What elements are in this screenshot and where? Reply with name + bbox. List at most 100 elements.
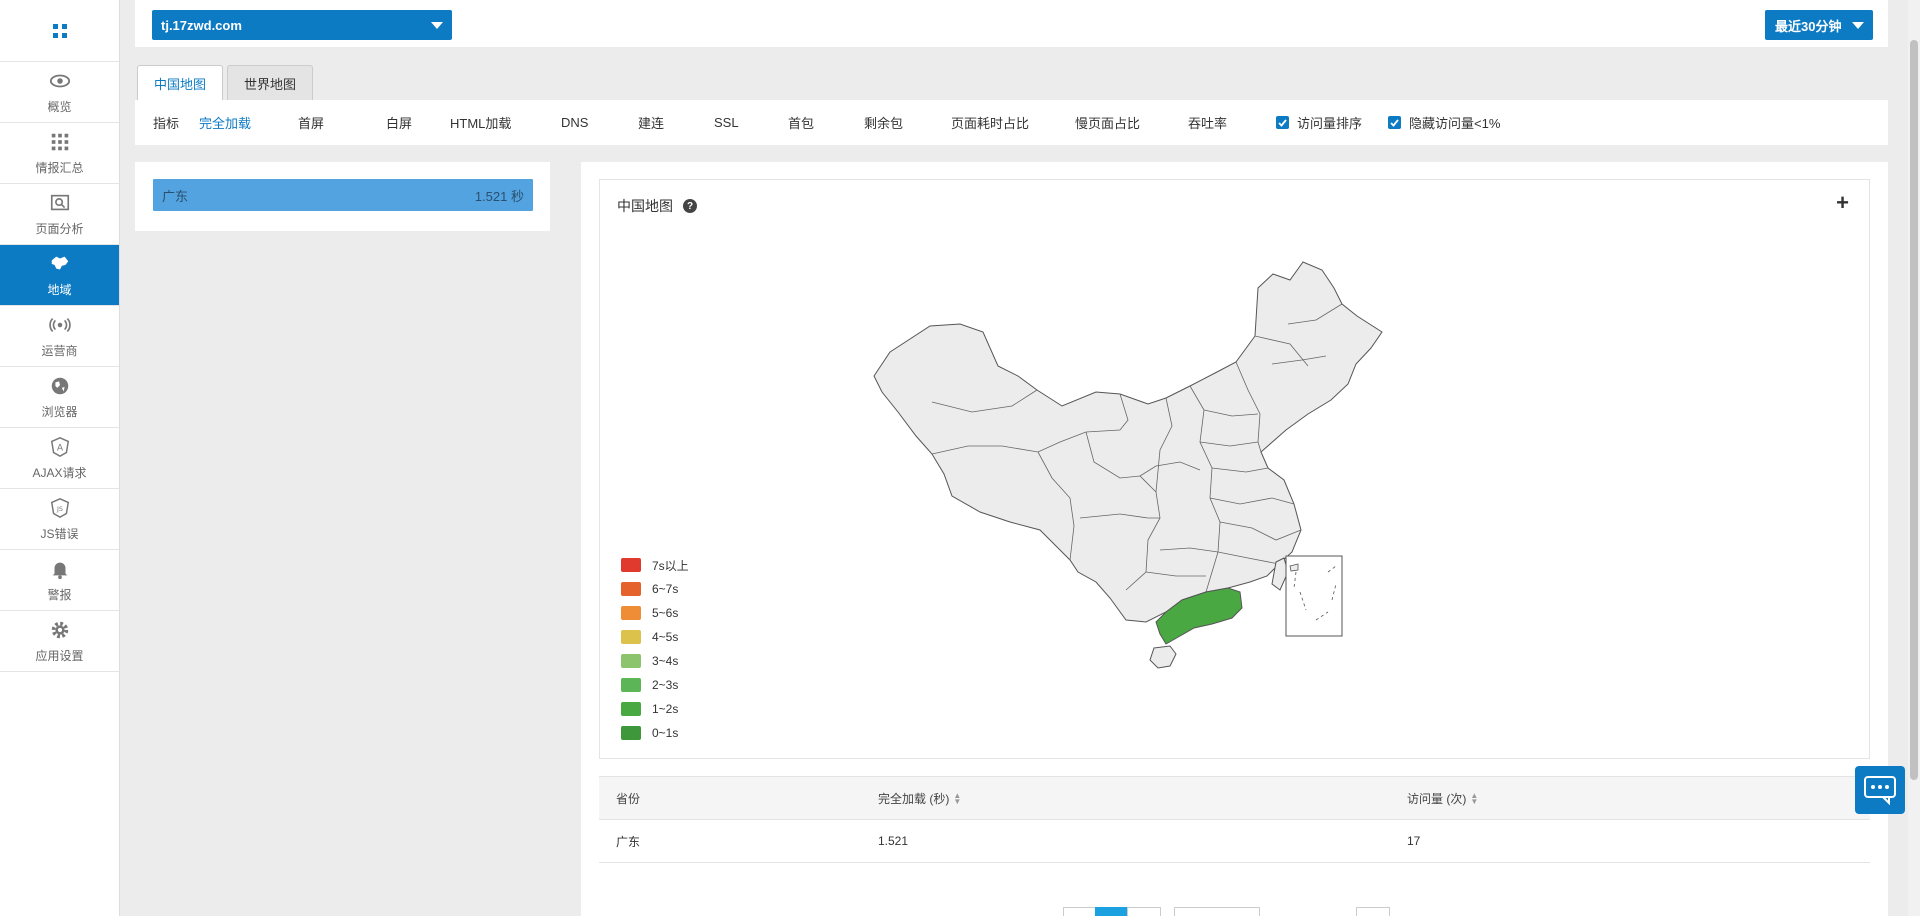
legend-swatch — [621, 558, 641, 572]
metric-remaining-packet[interactable]: 剩余包 — [864, 113, 951, 132]
sidebar-item-label: JS错误 — [40, 526, 79, 541]
metric-full-load[interactable]: 完全加载 — [199, 113, 298, 132]
sort-icon: ▲ ▼ — [953, 791, 962, 807]
legend-swatch — [621, 702, 641, 716]
metric-dns[interactable]: DNS — [561, 115, 638, 130]
legend-swatch — [621, 654, 641, 668]
pagination-next[interactable] — [1127, 907, 1161, 916]
sidebar-item-isp[interactable]: 运营商 — [0, 306, 119, 367]
table-row: 广东 1.521 17 — [599, 820, 1870, 863]
legend-item: 7s以上 — [621, 553, 689, 577]
tab-china-map[interactable]: 中国地图 — [137, 65, 224, 101]
legend-item: 4~5s — [621, 625, 689, 649]
metrics-label: 指标 — [153, 116, 180, 131]
gear-icon — [51, 621, 68, 638]
sidebar-item-page-analysis[interactable]: 页面分析 — [0, 184, 119, 245]
province-ranking-panel: 广东 1.521 秒 — [135, 162, 550, 231]
pagination-page-size[interactable] — [1356, 907, 1390, 916]
pagination-page-current[interactable] — [1095, 907, 1127, 916]
legend-swatch — [621, 582, 641, 596]
sort-by-visits-checkbox[interactable]: 访问量排序 — [1276, 113, 1362, 132]
sidebar: 概览 情报汇总 页面分析 地域 运营商 浏览器 A AJAX请求 JS JS错误… — [0, 0, 120, 916]
province-table: 省份 完全加载 (秒) ▲ ▼ 访问量 (次) ▲ ▼ 广东 1.521 17 — [599, 776, 1870, 863]
signal-icon — [48, 317, 71, 332]
sidebar-item-label: 概览 — [47, 99, 72, 114]
map-panel: 中国地图 ? + 7s以上 6~7s 5~6s 4~5s 3~4s 2~3s 1… — [581, 162, 1888, 916]
sidebar-item-browser[interactable]: 浏览器 — [0, 367, 119, 428]
legend-item: 6~7s — [621, 577, 689, 601]
metric-first-screen[interactable]: 首屏 — [298, 113, 386, 132]
metric-page-time-ratio[interactable]: 页面耗时占比 — [951, 113, 1075, 132]
column-header-label: 访问量 (次) — [1407, 791, 1467, 806]
metrics-bar: 指标 完全加载 首屏 白屏 HTML加载 DNS 建连 SSL 首包 剩余包 页… — [135, 100, 1888, 145]
time-range-label: 最近30分钟 — [1775, 18, 1842, 34]
scrollbar-thumb[interactable] — [1910, 40, 1918, 780]
sort-icon: ▲ ▼ — [1470, 791, 1479, 807]
checkbox-checked-icon — [1388, 116, 1402, 129]
hainan-island — [1149, 645, 1177, 669]
bell-icon — [52, 562, 67, 579]
legend-swatch — [621, 630, 641, 644]
china-map-card: 中国地图 ? + 7s以上 6~7s 5~6s 4~5s 3~4s 2~3s 1… — [599, 179, 1870, 759]
legend-swatch — [621, 678, 641, 692]
chat-button[interactable] — [1855, 766, 1905, 814]
map-legend: 7s以上 6~7s 5~6s 4~5s 3~4s 2~3s 1~2s 0~1s — [621, 553, 689, 745]
column-header-label: 完全加载 (秒) — [878, 791, 950, 806]
metric-html-load[interactable]: HTML加载 — [450, 113, 561, 132]
top-bar: tj.17zwd.com 最近30分钟 — [135, 0, 1888, 47]
time-range-button[interactable]: 最近30分钟 — [1765, 10, 1873, 40]
column-header-visits[interactable]: 访问量 (次) ▲ ▼ — [1407, 790, 1478, 807]
map-icon — [51, 256, 68, 269]
ajax-icon: A — [50, 436, 69, 457]
cell-province: 广东 — [616, 834, 641, 849]
legend-label: 5~6s — [652, 606, 679, 620]
globe-icon — [51, 377, 68, 394]
legend-label: 1~2s — [652, 702, 679, 716]
metric-white-screen[interactable]: 白屏 — [386, 113, 450, 132]
cell-full-load: 1.521 — [878, 834, 909, 848]
pagination-prev[interactable] — [1063, 907, 1097, 916]
tab-world-map[interactable]: 世界地图 — [227, 65, 314, 100]
legend-label: 4~5s — [652, 630, 679, 644]
metric-ssl[interactable]: SSL — [714, 115, 788, 130]
grid-icon — [51, 133, 68, 150]
table-header: 省份 完全加载 (秒) ▲ ▼ 访问量 (次) ▲ ▼ — [599, 776, 1870, 820]
eye-icon — [49, 74, 70, 87]
legend-item: 3~4s — [621, 649, 689, 673]
domain-select[interactable]: tj.17zwd.com — [152, 10, 452, 40]
hide-low-visits-checkbox[interactable]: 隐藏访问量<1% — [1388, 113, 1500, 132]
legend-item: 5~6s — [621, 601, 689, 625]
metric-first-packet[interactable]: 首包 — [788, 113, 864, 132]
checkbox-label: 访问量排序 — [1297, 116, 1363, 131]
js-icon: JS — [50, 497, 69, 518]
metric-connect[interactable]: 建连 — [638, 113, 714, 132]
sidebar-item-js-error[interactable]: JS JS错误 — [0, 489, 119, 550]
legend-item: 2~3s — [621, 673, 689, 697]
sidebar-item-label: 页面分析 — [35, 221, 84, 236]
province-bar-name: 广东 — [162, 188, 189, 204]
column-header-full-load[interactable]: 完全加载 (秒) ▲ ▼ — [878, 790, 961, 807]
page-scrollbar[interactable] — [1908, 0, 1920, 916]
sidebar-item-label: 运营商 — [41, 343, 78, 358]
chat-bubble-icon — [1864, 776, 1896, 805]
legend-item: 1~2s — [621, 697, 689, 721]
metric-slow-page-ratio[interactable]: 慢页面占比 — [1075, 113, 1188, 132]
sidebar-item-alert[interactable]: 警报 — [0, 550, 119, 611]
province-bar[interactable]: 广东 1.521 秒 — [153, 179, 533, 211]
checkbox-checked-icon — [1276, 116, 1290, 129]
legend-label: 6~7s — [652, 582, 679, 596]
sidebar-item-overview[interactable]: 概览 — [0, 62, 119, 123]
sidebar-item-region[interactable]: 地域 — [0, 245, 119, 306]
legend-label: 0~1s — [652, 726, 679, 740]
sidebar-item-ajax[interactable]: A AJAX请求 — [0, 428, 119, 489]
metric-throughput[interactable]: 吞吐率 — [1188, 113, 1264, 132]
legend-label: 7s以上 — [652, 558, 689, 573]
legend-swatch — [621, 606, 641, 620]
sidebar-item-summary[interactable]: 情报汇总 — [0, 123, 119, 184]
china-map — [873, 261, 1383, 669]
province-bar-value: 1.521 秒 — [474, 188, 524, 204]
svg-text:A: A — [56, 442, 63, 453]
sidebar-item-settings[interactable]: 应用设置 — [0, 611, 119, 672]
pagination-jump[interactable] — [1174, 907, 1260, 916]
app-menu-button[interactable] — [0, 0, 119, 62]
